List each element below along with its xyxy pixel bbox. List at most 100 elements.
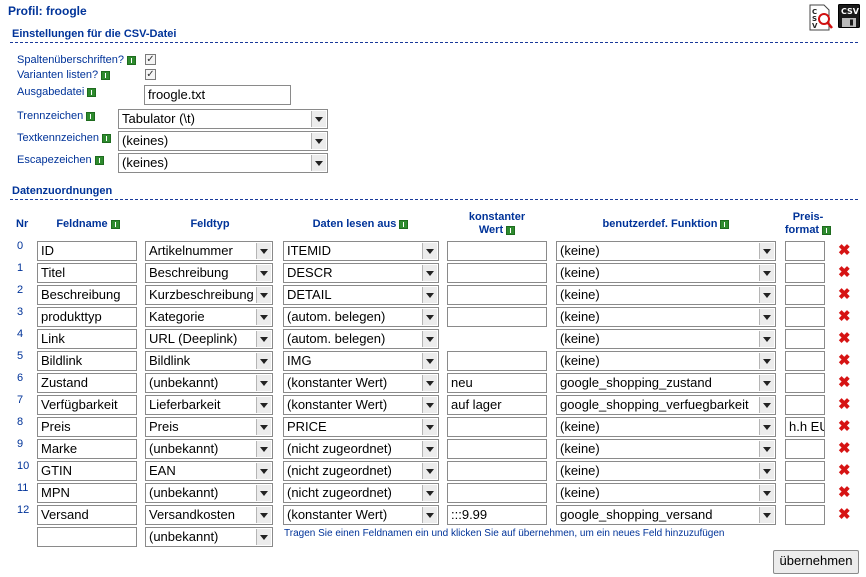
read-from-select[interactable]: (autom. belegen) — [283, 307, 439, 327]
info-icon[interactable] — [822, 225, 832, 235]
field-name-input[interactable]: Preis — [37, 417, 137, 437]
field-type-select[interactable]: (unbekannt) — [145, 439, 273, 459]
chevron-down-icon[interactable] — [759, 375, 774, 391]
info-icon[interactable] — [94, 155, 104, 165]
chevron-down-icon[interactable] — [256, 463, 271, 479]
chevron-down-icon[interactable] — [256, 309, 271, 325]
chevron-down-icon[interactable] — [422, 463, 437, 479]
delete-icon[interactable]: ✖ — [838, 375, 851, 390]
constant-value-input[interactable] — [447, 461, 547, 481]
chevron-down-icon[interactable] — [256, 529, 271, 545]
chevron-down-icon[interactable] — [256, 507, 271, 523]
chevron-down-icon[interactable] — [256, 441, 271, 457]
price-format-input[interactable] — [785, 285, 825, 305]
read-from-select[interactable]: (konstanter Wert) — [283, 505, 439, 525]
chevron-down-icon[interactable] — [422, 397, 437, 413]
field-type-select[interactable]: (unbekannt) — [145, 373, 273, 393]
field-name-input[interactable]: ID — [37, 241, 137, 261]
new-field-name-input[interactable] — [37, 527, 137, 547]
field-name-input[interactable]: MPN — [37, 483, 137, 503]
constant-value-input[interactable] — [447, 483, 547, 503]
price-format-input[interactable] — [785, 439, 825, 459]
chevron-down-icon[interactable] — [311, 133, 326, 149]
field-type-select[interactable]: Kategorie — [145, 307, 273, 327]
function-select[interactable]: (keine) — [556, 461, 776, 481]
csv-export-icon[interactable]: CSV — [838, 4, 860, 28]
function-select[interactable]: google_shopping_zustand — [556, 373, 776, 393]
price-format-input[interactable] — [785, 241, 825, 261]
chevron-down-icon[interactable] — [759, 507, 774, 523]
chevron-down-icon[interactable] — [759, 353, 774, 369]
chevron-down-icon[interactable] — [422, 507, 437, 523]
chevron-down-icon[interactable] — [422, 419, 437, 435]
chevron-down-icon[interactable] — [759, 397, 774, 413]
chevron-down-icon[interactable] — [759, 441, 774, 457]
chevron-down-icon[interactable] — [422, 375, 437, 391]
field-name-input[interactable]: Versand — [37, 505, 137, 525]
chevron-down-icon[interactable] — [759, 265, 774, 281]
chevron-down-icon[interactable] — [422, 353, 437, 369]
function-select[interactable]: (keine) — [556, 263, 776, 283]
info-icon[interactable] — [101, 133, 111, 143]
constant-value-input[interactable]: :::9.99 — [447, 505, 547, 525]
field-type-select[interactable]: EAN — [145, 461, 273, 481]
constant-value-input[interactable] — [447, 263, 547, 283]
field-type-select[interactable]: Lieferbarkeit — [145, 395, 273, 415]
delete-icon[interactable]: ✖ — [838, 331, 851, 346]
read-from-select[interactable]: DESCR — [283, 263, 439, 283]
chevron-down-icon[interactable] — [759, 419, 774, 435]
info-icon[interactable] — [86, 111, 96, 121]
field-type-select[interactable]: (unbekannt) — [145, 483, 273, 503]
chevron-down-icon[interactable] — [256, 243, 271, 259]
field-type-select[interactable]: Artikelnummer — [145, 241, 273, 261]
field-name-input[interactable]: Zustand — [37, 373, 137, 393]
chevron-down-icon[interactable] — [256, 265, 271, 281]
field-type-select[interactable]: URL (Deeplink) — [145, 329, 273, 349]
info-icon[interactable] — [110, 219, 120, 229]
info-icon[interactable] — [87, 87, 97, 97]
chevron-down-icon[interactable] — [256, 353, 271, 369]
read-from-select[interactable]: (nicht zugeordnet) — [283, 483, 439, 503]
price-format-input[interactable] — [785, 329, 825, 349]
constant-value-input[interactable] — [447, 351, 547, 371]
chevron-down-icon[interactable] — [256, 485, 271, 501]
read-from-select[interactable]: ITEMID — [283, 241, 439, 261]
chevron-down-icon[interactable] — [256, 397, 271, 413]
info-icon[interactable] — [127, 55, 137, 65]
chevron-down-icon[interactable] — [256, 419, 271, 435]
separator-select[interactable]: Tabulator (\t) — [118, 109, 328, 129]
read-from-select[interactable]: (autom. belegen) — [283, 329, 439, 349]
delete-icon[interactable]: ✖ — [838, 287, 851, 302]
price-format-input[interactable] — [785, 351, 825, 371]
new-field-type-select[interactable]: (unbekannt) — [145, 527, 273, 547]
price-format-input[interactable] — [785, 395, 825, 415]
price-format-input[interactable] — [785, 483, 825, 503]
chevron-down-icon[interactable] — [422, 243, 437, 259]
field-type-select[interactable]: Versandkosten — [145, 505, 273, 525]
function-select[interactable]: (keine) — [556, 285, 776, 305]
constant-value-input[interactable]: neu — [447, 373, 547, 393]
constant-value-input[interactable]: auf lager — [447, 395, 547, 415]
read-from-select[interactable]: IMG — [283, 351, 439, 371]
delete-icon[interactable]: ✖ — [838, 507, 851, 522]
apply-button[interactable]: übernehmen — [773, 550, 859, 574]
read-from-select[interactable]: (nicht zugeordnet) — [283, 461, 439, 481]
constant-value-input[interactable] — [447, 307, 547, 327]
field-type-select[interactable]: Kurzbeschreibung — [145, 285, 273, 305]
chevron-down-icon[interactable] — [256, 331, 271, 347]
field-name-input[interactable]: produkttyp — [37, 307, 137, 327]
delete-icon[interactable]: ✖ — [838, 265, 851, 280]
constant-value-input[interactable] — [447, 417, 547, 437]
read-from-select[interactable]: PRICE — [283, 417, 439, 437]
field-type-select[interactable]: Beschreibung — [145, 263, 273, 283]
info-icon[interactable] — [506, 225, 516, 235]
chevron-down-icon[interactable] — [759, 243, 774, 259]
field-type-select[interactable]: Bildlink — [145, 351, 273, 371]
constant-value-input[interactable] — [447, 439, 547, 459]
function-select[interactable]: (keine) — [556, 351, 776, 371]
output-file-input[interactable]: froogle.txt — [144, 85, 291, 105]
delete-icon[interactable]: ✖ — [838, 463, 851, 478]
price-format-input[interactable] — [785, 373, 825, 393]
function-select[interactable]: google_shopping_verfuegbarkeit — [556, 395, 776, 415]
constant-value-input[interactable] — [447, 285, 547, 305]
